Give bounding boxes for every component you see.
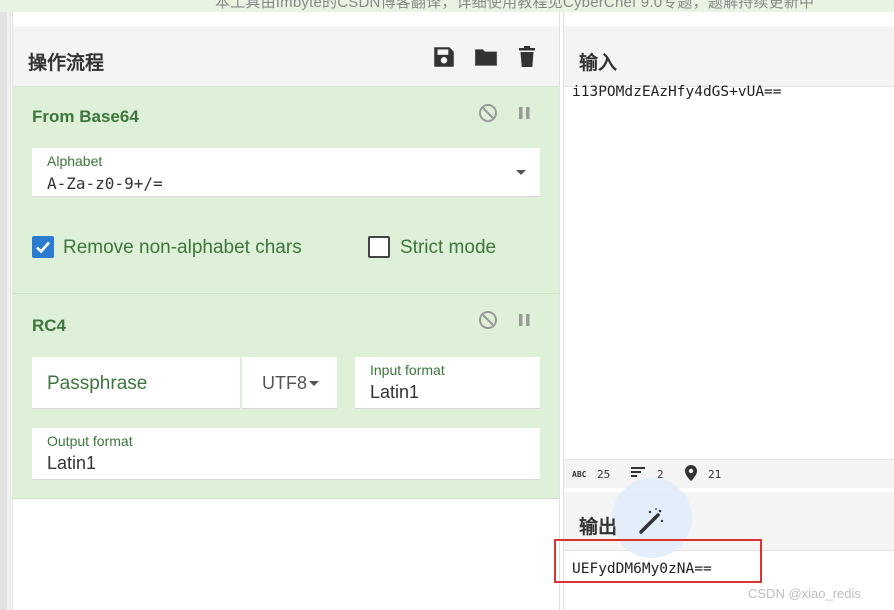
left-scroll-handle[interactable]	[0, 12, 7, 610]
caret-down-icon	[309, 381, 319, 386]
disable-icon[interactable]	[478, 103, 498, 123]
output-format-value: Latin1	[47, 453, 97, 473]
operation-title: RC4	[32, 316, 67, 335]
output-highlight-box	[554, 539, 762, 583]
trash-icon[interactable]	[515, 44, 541, 70]
recipe-title: 操作流程	[28, 53, 105, 74]
operation-from-base64[interactable]: From Base64 Alphabet A-Za-z0-9+/= Remove…	[13, 87, 559, 294]
io-panel: 输入 i13POMdzEAzHfy4dGS+vUA== ABC 25 2 21 …	[554, 12, 894, 610]
location-pin-icon	[685, 465, 697, 484]
top-banner-text: 本工具由Imbyte的CSDN博客翻译，详细使用教程见CyberChef 9.0…	[215, 0, 815, 11]
output-format-select[interactable]: Output format Latin1	[32, 428, 540, 480]
input-status-bar: ABC 25 2 21	[564, 459, 894, 488]
encoding-value: UTF8	[262, 373, 307, 393]
magic-wand-icon[interactable]	[636, 507, 666, 537]
char-count-icon: ABC	[572, 470, 587, 479]
passphrase-input[interactable]: Passphrase	[32, 357, 240, 409]
watermark: CSDN @xiao_redis	[748, 586, 861, 601]
pause-icon[interactable]	[515, 103, 535, 123]
alphabet-select[interactable]: Alphabet A-Za-z0-9+/=	[32, 148, 540, 197]
remove-nonalpha-checkbox[interactable]	[32, 236, 54, 258]
top-banner: 本工具由Imbyte的CSDN博客翻译，详细使用教程见CyberChef 9.0…	[0, 0, 894, 12]
folder-icon[interactable]	[472, 44, 498, 70]
disable-icon[interactable]	[478, 310, 498, 330]
pause-icon[interactable]	[515, 310, 535, 330]
input-header: 输入	[564, 26, 894, 87]
output-title: 输出	[579, 517, 618, 538]
alphabet-label: Alphabet	[47, 153, 103, 169]
alphabet-value: A-Za-z0-9+/=	[47, 174, 163, 193]
input-format-label: Input format	[370, 362, 445, 378]
passphrase-encoding-dropdown[interactable]: UTF8	[242, 357, 337, 409]
cursor-position: 21	[708, 468, 722, 481]
passphrase-placeholder: Passphrase	[47, 373, 148, 394]
chevron-down-icon	[516, 170, 526, 175]
input-format-value: Latin1	[370, 382, 420, 402]
operation-rc4[interactable]: RC4 Passphrase UTF8 Input format Latin1 …	[13, 294, 559, 499]
strict-mode-checkbox[interactable]	[368, 236, 390, 258]
input-title: 输入	[579, 53, 618, 74]
remove-nonalpha-label: Remove non-alphabet chars	[63, 237, 302, 258]
char-count: 25	[597, 468, 611, 481]
operation-title: From Base64	[32, 107, 139, 126]
input-format-select[interactable]: Input format Latin1	[355, 357, 540, 409]
recipe-header: 操作流程	[13, 26, 559, 87]
recipe-panel: 操作流程 From Base64 Alphabet A-Za-z0-9+/= R…	[12, 12, 560, 610]
input-textarea[interactable]: i13POMdzEAzHfy4dGS+vUA==	[572, 84, 782, 100]
strict-mode-label: Strict mode	[400, 237, 497, 258]
output-format-label: Output format	[47, 433, 133, 449]
save-icon[interactable]	[431, 44, 457, 70]
